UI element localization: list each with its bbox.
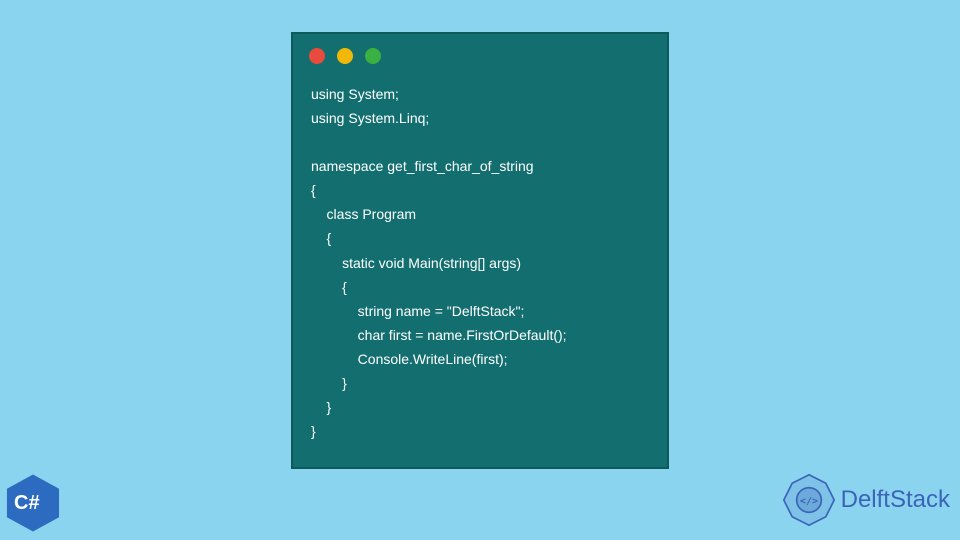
close-icon	[309, 48, 325, 64]
brand-icon: </>	[781, 472, 837, 528]
brand-logo: </> DelftStack	[781, 472, 950, 528]
csharp-label: C#	[14, 492, 40, 515]
maximize-icon	[365, 48, 381, 64]
code-content: using System; using System.Linq; namespa…	[293, 72, 667, 461]
minimize-icon	[337, 48, 353, 64]
csharp-badge: C#	[2, 472, 64, 534]
svg-text:</>: </>	[800, 496, 818, 507]
code-window: using System; using System.Linq; namespa…	[291, 32, 669, 469]
traffic-lights	[293, 34, 667, 72]
brand-name: DelftStack	[841, 486, 950, 514]
